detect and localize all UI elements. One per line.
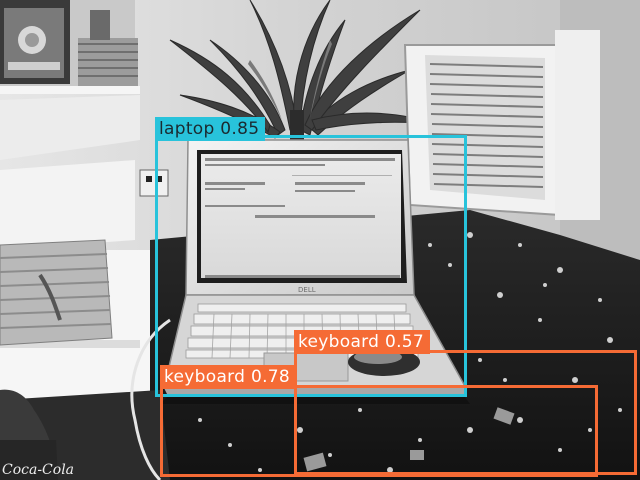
detection-photo: Coca-Cola DELL laptop 0.85 keyboard 0.57… <box>0 0 640 480</box>
detection-box-keyboard-2 <box>160 385 598 477</box>
detection-label-laptop: laptop 0.85 <box>155 117 266 141</box>
detection-label-keyboard-1: keyboard 0.57 <box>294 330 431 354</box>
bottle-label: Coca-Cola <box>2 462 74 478</box>
detection-label-keyboard-2: keyboard 0.78 <box>160 365 297 389</box>
